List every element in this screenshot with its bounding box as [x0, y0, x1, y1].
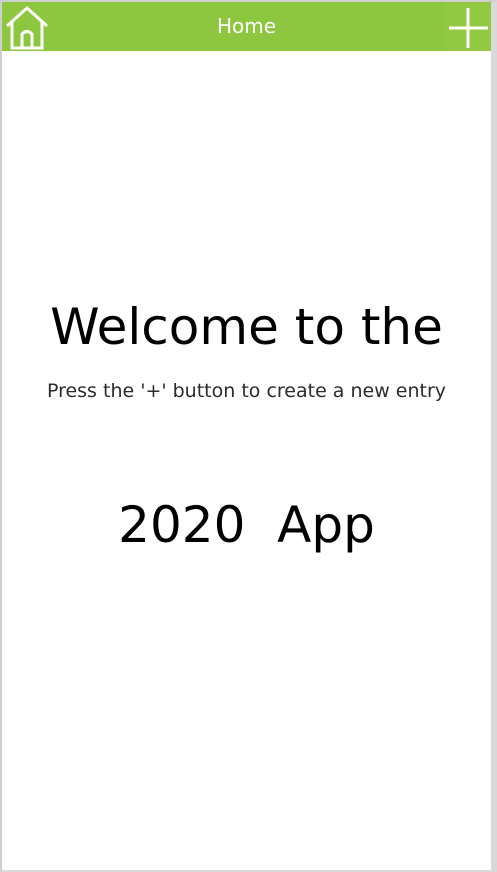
- welcome-heading: Welcome to the 2020 App: [2, 162, 491, 690]
- add-entry-button[interactable]: [445, 3, 491, 51]
- create-entry-hint: Press the '+' button to create a new ent…: [46, 380, 447, 402]
- welcome-heading-line-1: Welcome to the: [50, 298, 443, 356]
- welcome-heading-line-2: 2020 App: [118, 496, 375, 554]
- header-bar: Home: [2, 2, 491, 51]
- app-screen: Home Welcome to the 2020 App Press the '…: [0, 0, 497, 872]
- plus-icon: [445, 3, 491, 51]
- page-title: Home: [216, 14, 277, 38]
